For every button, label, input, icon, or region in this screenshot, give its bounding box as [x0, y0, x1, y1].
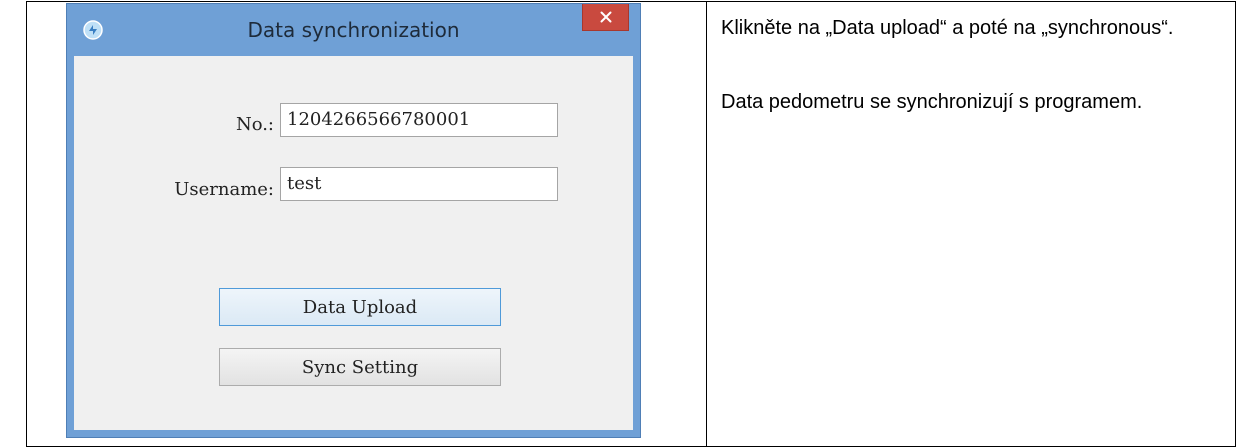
dialog-body: No.: 1204266566780001 Username: test Dat…	[74, 56, 633, 430]
number-input[interactable]: 1204266566780001	[280, 103, 558, 137]
close-button[interactable]	[582, 4, 629, 31]
instruction-step-1: Klikněte na „Data upload“ a poté na „syn…	[721, 17, 1174, 39]
data-sync-dialog: Data synchronization No.: 12042665667800…	[66, 3, 641, 438]
instruction-step-2: Data pedometru se synchronizují s progra…	[721, 91, 1143, 113]
title-bar[interactable]: Data synchronization	[67, 4, 640, 56]
sync-setting-button[interactable]: Sync Setting	[219, 348, 501, 386]
window-title: Data synchronization	[247, 18, 460, 42]
number-label: No.:	[235, 114, 274, 135]
table-cell-divider	[706, 1, 707, 447]
data-upload-button[interactable]: Data Upload	[219, 288, 501, 326]
username-input[interactable]: test	[280, 167, 558, 201]
username-label: Username:	[174, 179, 274, 200]
close-icon	[600, 11, 611, 23]
